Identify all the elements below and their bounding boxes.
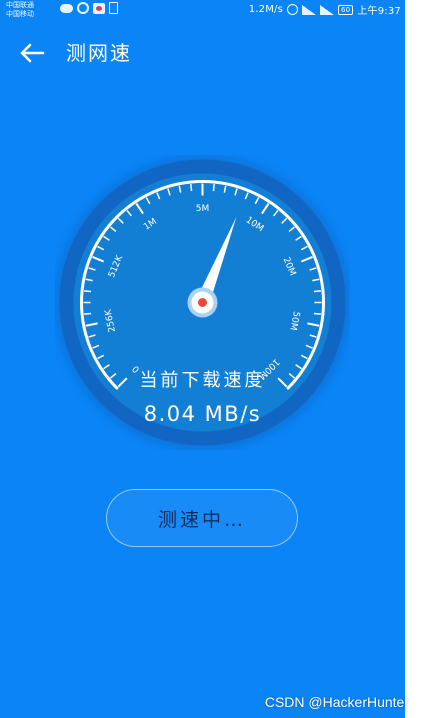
page-title: 测网速 (66, 41, 132, 65)
status-right: 1.2M/s 60 上午9:37 (249, 2, 401, 17)
download-speed-value: 8.04 MB/s (143, 402, 262, 426)
cloud-icon (60, 3, 73, 13)
scale-tick (313, 290, 322, 293)
carrier-1: 中国联通 (6, 1, 34, 9)
file-icon (109, 2, 118, 14)
gauge-caption: 当前下载速度 (139, 370, 266, 391)
scale-tick (83, 290, 92, 293)
battery-icon: 60 (338, 4, 354, 15)
scale-tick (313, 312, 322, 315)
speed-test-screen: 中国联通 中国移动 1.2M/s 60 上午9:37 测网速 0 256K 51… (0, 0, 405, 718)
scale-tick (212, 183, 215, 192)
clock: 上午9:37 (357, 6, 401, 17)
signal-icon (302, 4, 317, 15)
sync-icon (77, 2, 89, 14)
signal-icon-2 (320, 4, 335, 15)
alarm-icon (287, 4, 299, 15)
network-speed: 1.2M/s (248, 4, 284, 15)
back-arrow-icon[interactable] (18, 40, 46, 66)
watermark: CSDN @HackerHunter (264, 694, 409, 710)
status-bar: 中国联通 中国移动 1.2M/s 60 上午9:37 (0, 0, 405, 20)
carrier-2: 中国移动 (6, 10, 34, 18)
carrier-labels: 中国联通 中国移动 (6, 1, 34, 19)
app-bar: 测网速 (0, 30, 405, 76)
notification-icons (60, 2, 118, 14)
app-notification-icon (93, 2, 105, 14)
scale-label: 5M (196, 204, 210, 214)
scale-tick (83, 312, 92, 315)
needle-hub-dot (198, 298, 207, 307)
scale-tick (190, 183, 193, 192)
testing-status-button[interactable]: 测速中… (106, 489, 298, 547)
